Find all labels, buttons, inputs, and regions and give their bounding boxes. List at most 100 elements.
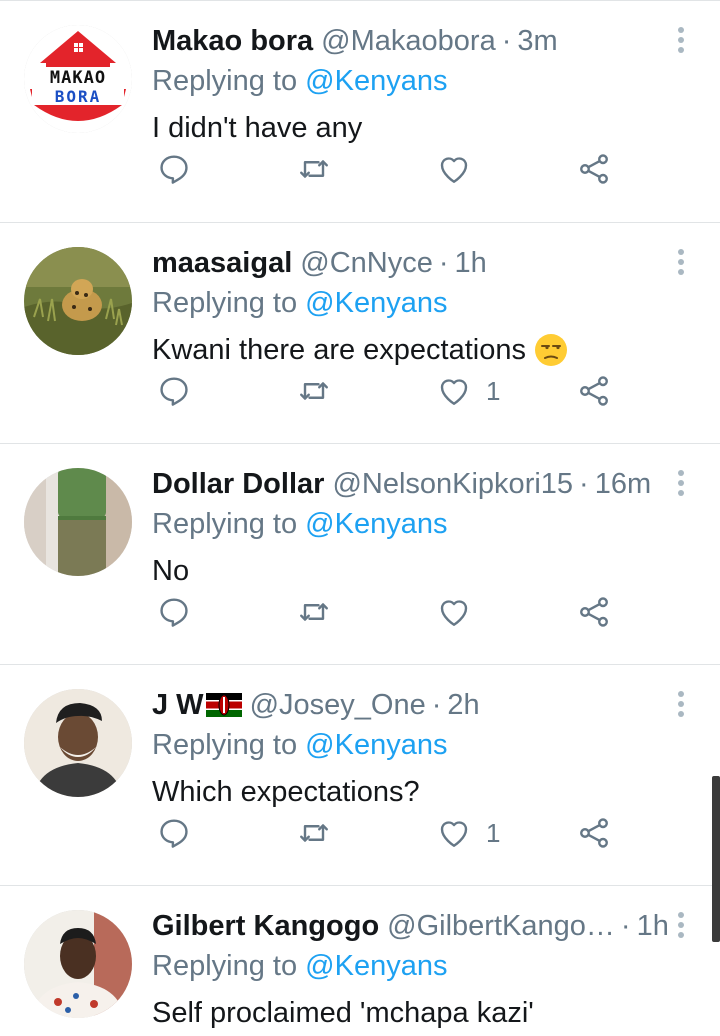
retweet-button[interactable] [296,147,332,191]
username[interactable]: @CnNyce [300,243,433,283]
share-button[interactable] [576,811,612,855]
replying-to: Replying to @Kenyans [152,61,700,105]
retweet-icon [300,160,328,178]
reply-timeline: MAKAO BORA Makao bora @Makaobora · 3m Re… [0,0,720,1036]
tweet[interactable]: maasaigal @CnNyce · 1h Replying to @Keny… [0,223,720,444]
display-name[interactable]: maasaigal [152,243,292,283]
unamused-face-icon [535,334,567,366]
heart-icon [440,821,468,847]
person-photo [24,910,132,1018]
more-vertical-icon[interactable] [666,910,696,940]
makao-bora-logo: MAKAO BORA [24,25,132,133]
scrollbar-thumb[interactable] [712,776,720,942]
action-bar [152,147,632,191]
logo-text-bottom: BORA [55,87,102,106]
share-button[interactable] [576,590,612,634]
more-vertical-icon[interactable] [666,25,696,55]
cheetah-photo [24,247,132,355]
mention-link[interactable]: @Kenyans [305,508,447,540]
avatar[interactable] [24,247,132,355]
separator-dot: · [620,910,631,942]
like-button[interactable] [436,590,486,634]
replying-label: Replying to [152,287,298,319]
replying-label: Replying to [152,65,298,97]
reply-button[interactable] [156,369,192,413]
share-icon [580,818,608,848]
timestamp[interactable]: 16m [595,464,651,504]
reply-icon [160,155,188,184]
display-name-row[interactable]: J W [152,685,242,725]
username[interactable]: @GilbertKango… [387,906,615,946]
tweet[interactable]: J W @Josey_One · 2h Replying to @Kenyans [0,665,720,886]
retweet-icon [300,824,328,842]
display-name[interactable]: Gilbert Kangogo [152,906,379,946]
like-count: 1 [486,817,501,848]
username[interactable]: @NelsonKipkori15 [332,464,573,504]
username[interactable]: @Josey_One [250,685,426,725]
bottle-photo [24,468,132,576]
display-name[interactable]: Makao bora [152,21,313,61]
tweet-text: No [152,555,190,587]
replying-label: Replying to [152,729,298,761]
tweet-text-row: Kwani there are expectations [152,327,700,373]
timestamp[interactable]: 1h [455,243,487,283]
action-bar: 1 [152,369,632,413]
reply-icon [160,377,188,406]
reply-icon [160,598,188,627]
replying-to: Replying to @Kenyans [152,504,700,548]
retweet-icon [300,603,328,621]
timestamp[interactable]: 3m [517,21,557,61]
tweet-text: Which expectations? [152,776,420,808]
retweet-button[interactable] [296,369,332,413]
heart-icon [440,157,468,183]
timestamp[interactable]: 1h [637,906,669,946]
share-icon [580,154,608,184]
reply-button[interactable] [156,811,192,855]
more-vertical-icon[interactable] [666,468,696,498]
tweet[interactable]: Gilbert Kangogo @GilbertKango… · 1h Repl… [0,886,720,1036]
retweet-button[interactable] [296,811,332,855]
reply-icon [160,819,188,848]
separator-dot: · [438,247,449,279]
retweet-button[interactable] [296,590,332,634]
like-button[interactable]: 1 [436,811,500,855]
replying-to: Replying to @Kenyans [152,725,700,769]
reply-button[interactable] [156,147,192,191]
share-button[interactable] [576,147,612,191]
tweet-text: I didn't have any [152,112,363,144]
replying-label: Replying to [152,508,298,540]
retweet-icon [300,382,328,400]
heart-icon [440,600,468,626]
more-vertical-icon[interactable] [666,689,696,719]
replying-label: Replying to [152,950,298,982]
mention-link[interactable]: @Kenyans [305,950,447,982]
avatar[interactable]: MAKAO BORA [24,25,132,133]
action-bar: 1 [152,811,632,855]
display-name: J W [152,689,204,721]
like-button[interactable]: 1 [436,369,500,413]
tweet-text: Kwani there are expectations [152,334,526,366]
display-name[interactable]: Dollar Dollar [152,464,324,504]
avatar[interactable] [24,910,132,1018]
username[interactable]: @Makaobora [321,21,496,61]
action-bar [152,590,632,634]
tweet[interactable]: MAKAO BORA Makao bora @Makaobora · 3m Re… [0,0,720,223]
tweet[interactable]: Dollar Dollar @NelsonKipkori15 · 16m Rep… [0,444,720,665]
reply-button[interactable] [156,590,192,634]
avatar[interactable] [24,689,132,797]
more-vertical-icon[interactable] [666,247,696,277]
replying-to: Replying to @Kenyans [152,946,700,990]
person-photo [24,689,132,797]
share-icon [580,597,608,627]
mention-link[interactable]: @Kenyans [305,287,447,319]
mention-link[interactable]: @Kenyans [305,65,447,97]
mention-link[interactable]: @Kenyans [305,729,447,761]
separator-dot: · [501,25,512,57]
like-button[interactable] [436,147,486,191]
timestamp[interactable]: 2h [447,685,479,725]
avatar[interactable] [24,468,132,576]
separator-dot: · [431,689,442,721]
share-button[interactable] [576,369,612,413]
replying-to: Replying to @Kenyans [152,283,700,327]
logo-text-top: MAKAO [50,68,106,88]
